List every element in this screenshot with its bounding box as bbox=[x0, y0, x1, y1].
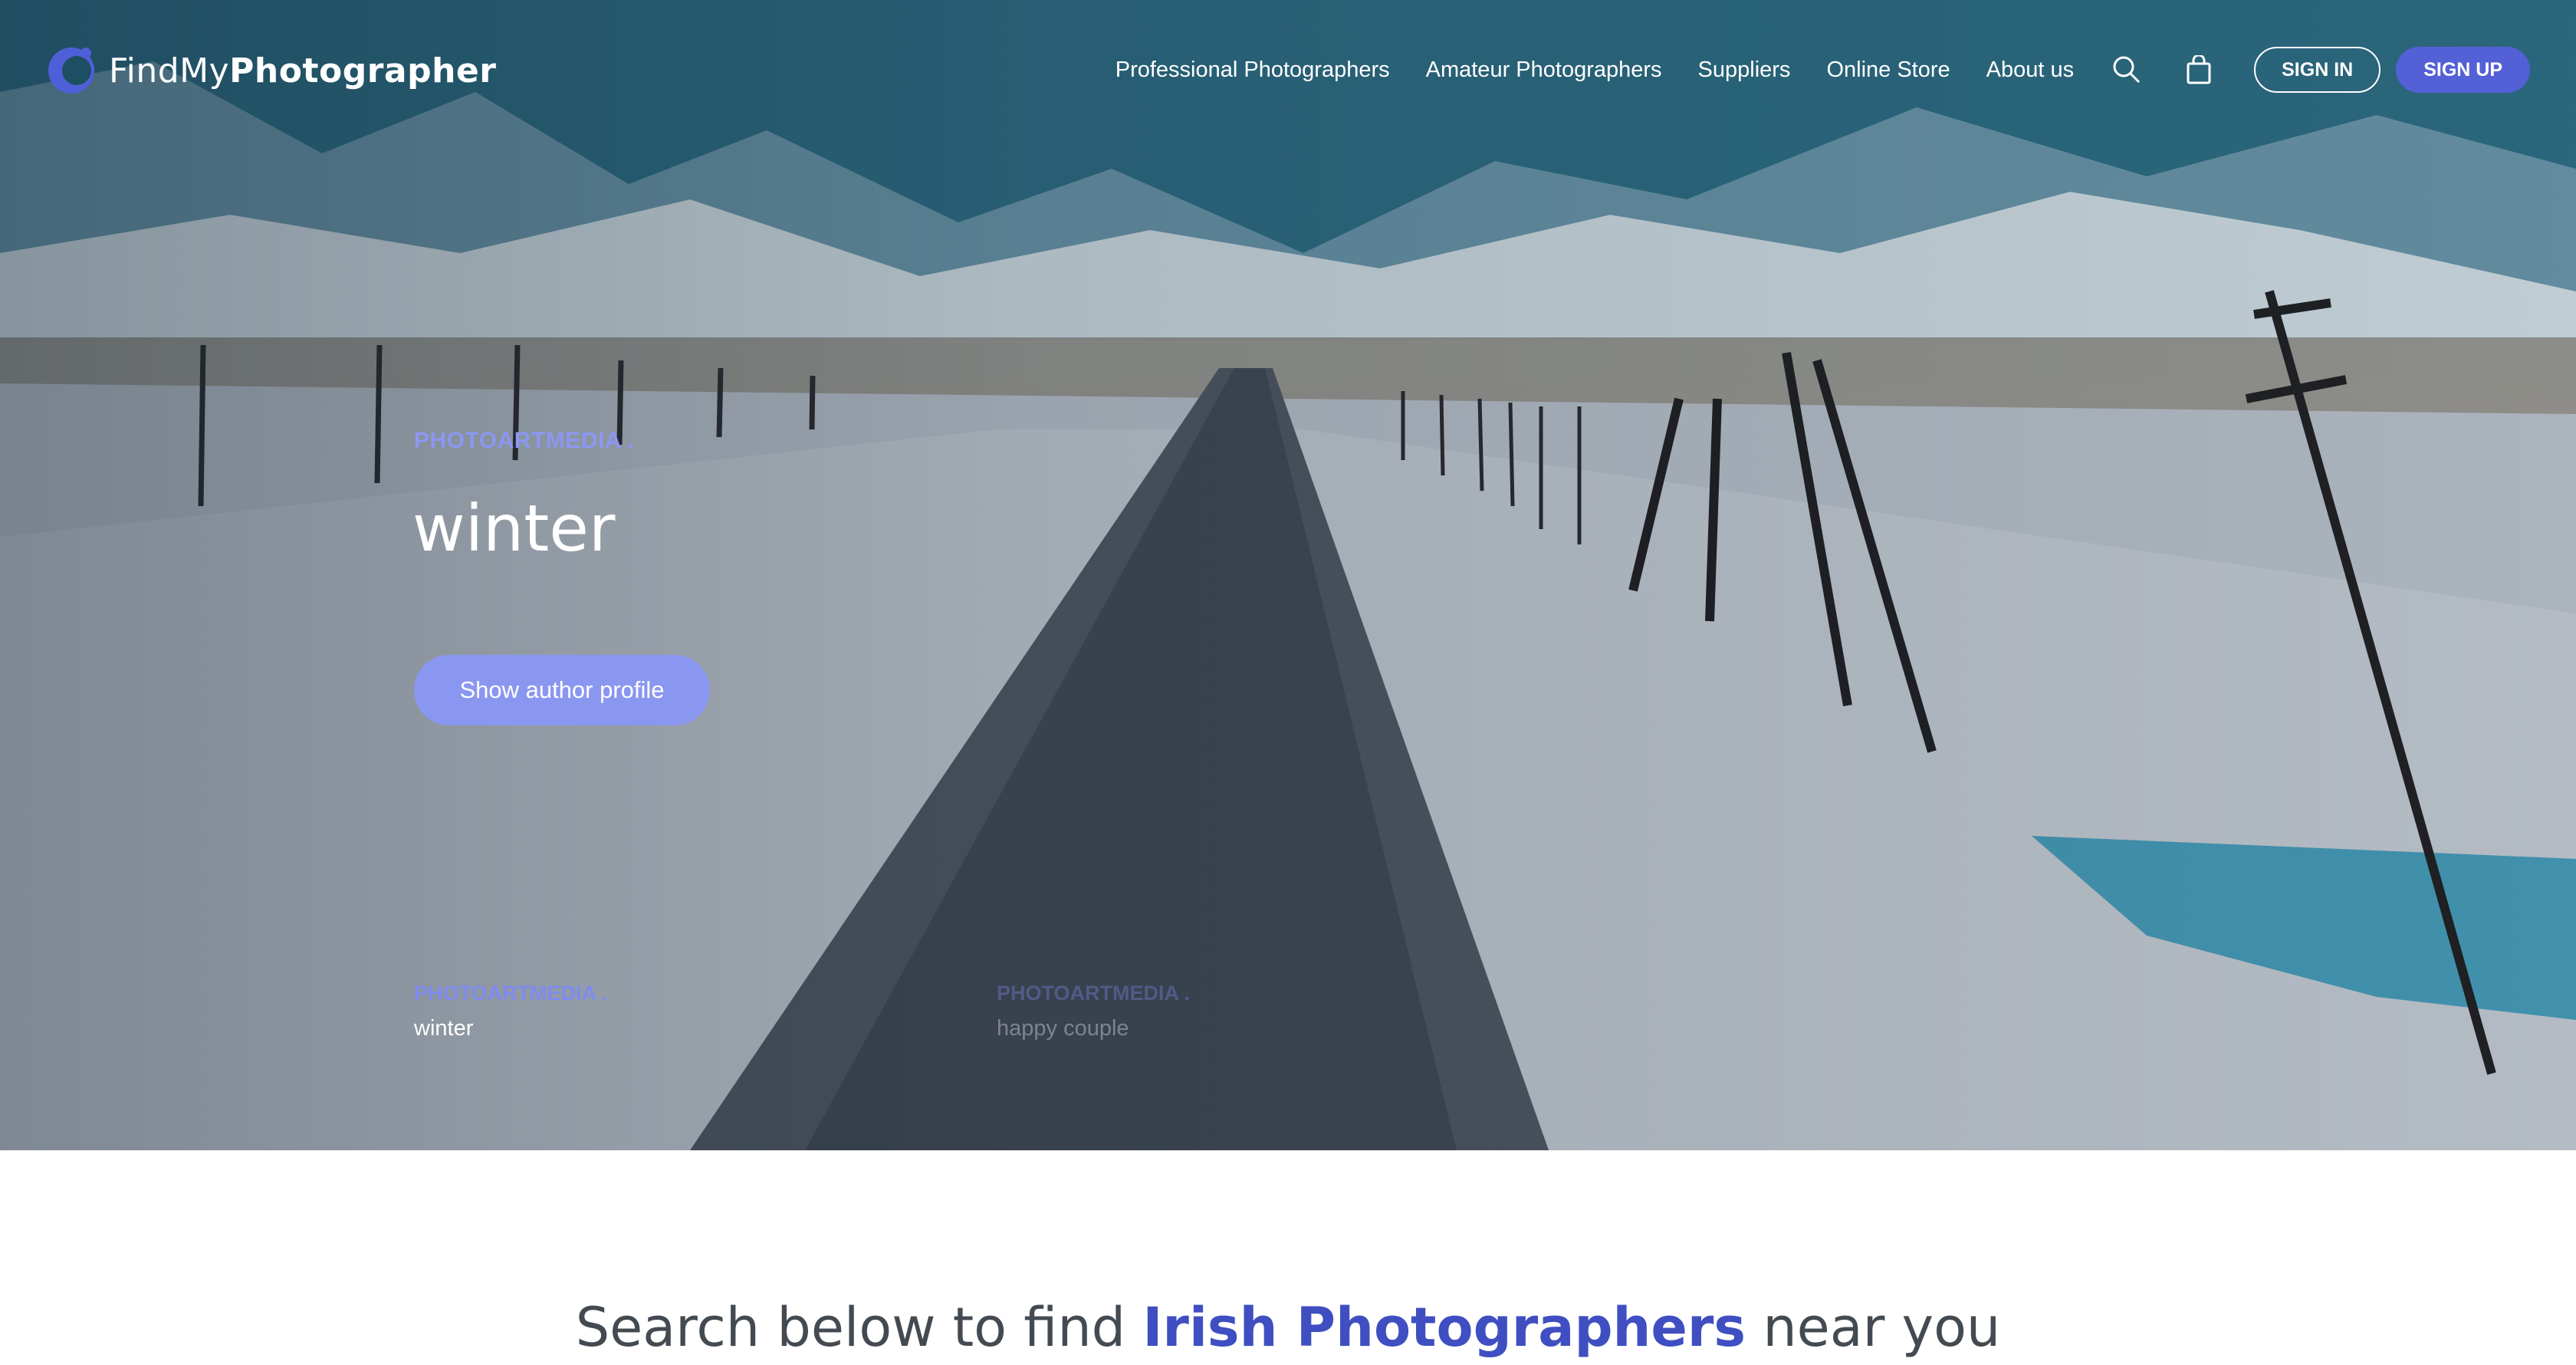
search-icon[interactable] bbox=[2110, 53, 2144, 87]
nav-link-online-store[interactable]: Online Store bbox=[1826, 58, 1950, 83]
nav-link-about-us[interactable]: About us bbox=[1986, 58, 2074, 83]
thumbnail-title: winter bbox=[414, 1016, 474, 1041]
sign-in-button[interactable]: SIGN IN bbox=[2254, 47, 2381, 93]
crescent-c-logo-icon bbox=[48, 48, 94, 94]
slide-title: winter bbox=[412, 491, 616, 566]
nav-link-suppliers[interactable]: Suppliers bbox=[1698, 58, 1791, 83]
slide-thumbnail-1[interactable]: PHOTOARTMEDIA . winter bbox=[414, 982, 607, 1041]
show-author-profile-button[interactable]: Show author profile bbox=[414, 655, 710, 725]
slide-thumbnail-2[interactable]: PHOTOARTMEDIA . happy couple bbox=[997, 982, 1190, 1041]
thumbnail-title: happy couple bbox=[997, 1016, 1129, 1041]
hero-banner bbox=[0, 0, 2576, 1150]
main-nav: Professional Photographers Amateur Photo… bbox=[1116, 46, 2530, 94]
nav-link-amateur-photographers[interactable]: Amateur Photographers bbox=[1426, 58, 1662, 83]
search-heading: Search below to find Irish Photographers… bbox=[575, 1296, 2001, 1359]
thumbnail-author: PHOTOARTMEDIA . bbox=[997, 982, 1191, 1005]
brand-name: FindMyPhotographer bbox=[109, 51, 497, 90]
slide-author-link[interactable]: PHOTOARTMEDIA . bbox=[414, 428, 635, 454]
nav-link-professional-photographers[interactable]: Professional Photographers bbox=[1116, 58, 1390, 83]
shopping-bag-icon[interactable] bbox=[2182, 53, 2216, 87]
thumbnail-author: PHOTOARTMEDIA . bbox=[414, 982, 608, 1005]
sign-up-button[interactable]: SIGN UP bbox=[2396, 47, 2530, 93]
hero-overlay bbox=[0, 0, 2576, 1150]
brand-logo[interactable]: FindMyPhotographer bbox=[46, 43, 496, 98]
